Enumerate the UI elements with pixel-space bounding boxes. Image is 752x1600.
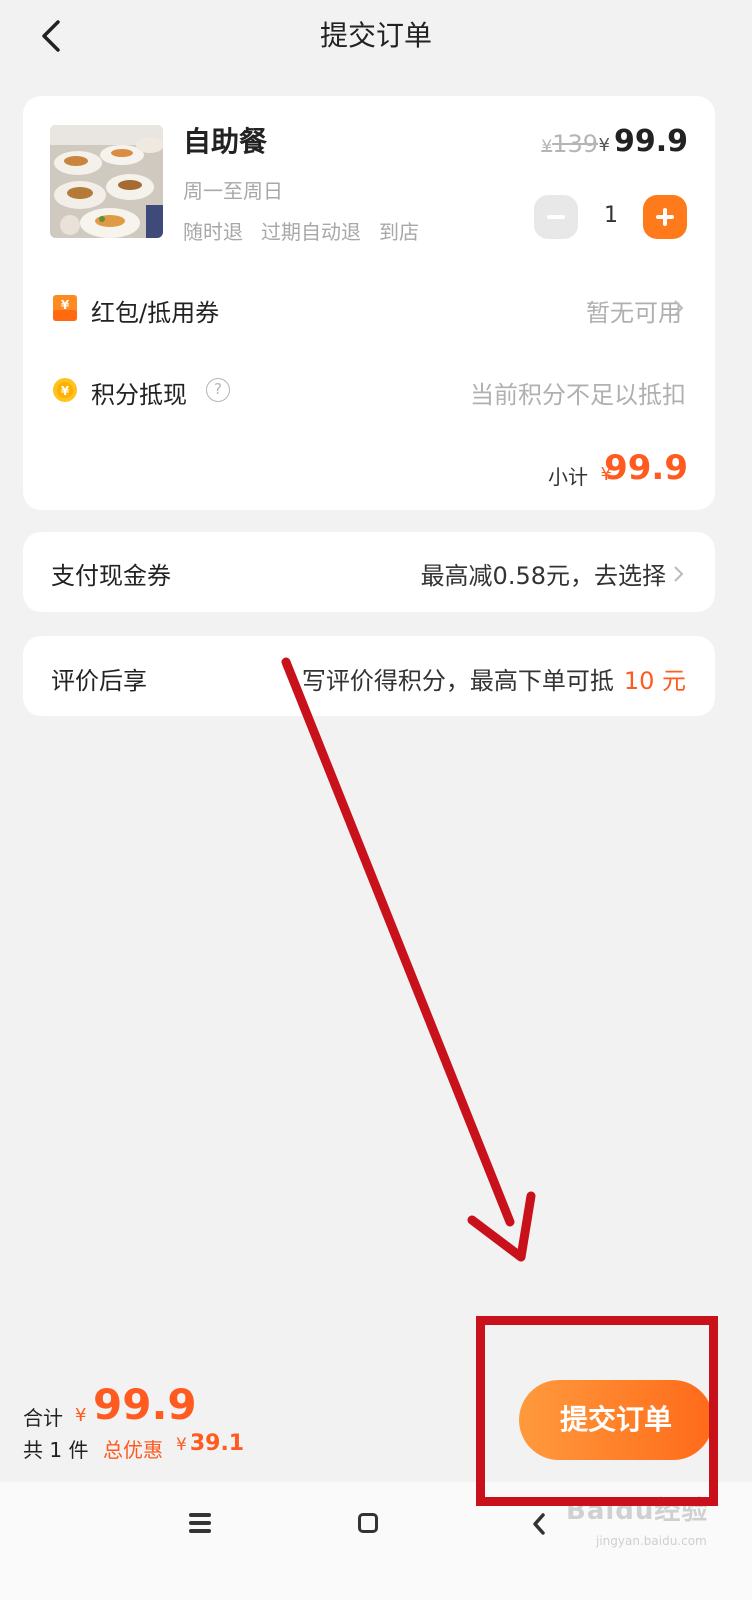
buffet-food-image xyxy=(50,125,163,238)
total-label: 合计 xyxy=(23,1406,63,1430)
discount-amount: 39.1 xyxy=(189,1431,245,1456)
chevron-right-icon xyxy=(672,565,686,587)
total-value: 99.9 xyxy=(93,1380,197,1429)
product-thumbnail[interactable] xyxy=(50,125,163,238)
review-value: 写评价得积分，最高下单可抵 10 元 xyxy=(302,661,686,696)
quantity-decrease-button[interactable] xyxy=(534,195,578,239)
cash-coupon-value: 最高减0.58元，去选择 xyxy=(420,562,666,590)
discount-value: ¥39.1 xyxy=(176,1431,244,1456)
cash-coupon-label: 支付现金券 xyxy=(51,562,171,590)
nav-back-icon[interactable] xyxy=(531,1512,547,1536)
review-text: 写评价得积分，最高下单可抵 xyxy=(301,667,614,695)
discount-currency: ¥ xyxy=(176,1435,187,1455)
currency-symbol: ¥ xyxy=(598,135,610,156)
recent-apps-icon[interactable] xyxy=(189,1513,211,1533)
review-amount: 10 元 xyxy=(623,667,686,695)
annotation-highlight-box xyxy=(476,1316,718,1506)
svg-text:¥: ¥ xyxy=(61,384,70,398)
coupon-value: 暂无可用 xyxy=(586,299,682,327)
coupon-label: 红包/抵用券 xyxy=(91,299,220,327)
quantity-value: 1 xyxy=(604,203,618,228)
header: 提交订单 xyxy=(0,0,752,80)
tag-auto-refund: 过期自动退 xyxy=(261,220,361,244)
chevron-right-icon xyxy=(672,299,686,321)
points-label: 积分抵现 xyxy=(91,381,187,409)
help-icon[interactable]: ? xyxy=(206,378,230,402)
product-tags: 随时退 过期自动退 到店 xyxy=(183,216,437,245)
subtotal-label: 小计 xyxy=(548,465,588,489)
watermark-url: jingyan.baidu.com xyxy=(596,1534,707,1548)
product-name: 自助餐 xyxy=(183,125,268,158)
quantity-increase-button[interactable] xyxy=(643,195,687,239)
page-title: 提交订单 xyxy=(319,19,432,52)
total-currency: ¥ xyxy=(75,1405,87,1426)
coupon-icon: ¥ xyxy=(52,294,78,322)
item-count: 共 1 件 xyxy=(23,1438,89,1462)
discount-label: 总优惠 xyxy=(103,1438,163,1462)
current-price: ¥99.9 xyxy=(599,124,688,159)
tag-refund-anytime: 随时退 xyxy=(183,220,243,244)
original-price: ¥139 xyxy=(541,130,598,158)
points-value: 当前积分不足以抵扣 xyxy=(470,381,686,409)
current-price-value: 99.9 xyxy=(613,124,688,159)
currency-symbol: ¥ xyxy=(541,137,553,157)
original-price-value: 139 xyxy=(552,130,598,158)
svg-text:¥: ¥ xyxy=(61,298,70,312)
product-availability: 周一至周日 xyxy=(183,179,283,203)
home-icon[interactable] xyxy=(358,1513,378,1533)
points-coin-icon: ¥ xyxy=(52,377,78,403)
subtotal-value: 99.9 xyxy=(604,448,688,488)
review-label: 评价后享 xyxy=(51,667,147,695)
tag-in-store: 到店 xyxy=(379,220,419,244)
